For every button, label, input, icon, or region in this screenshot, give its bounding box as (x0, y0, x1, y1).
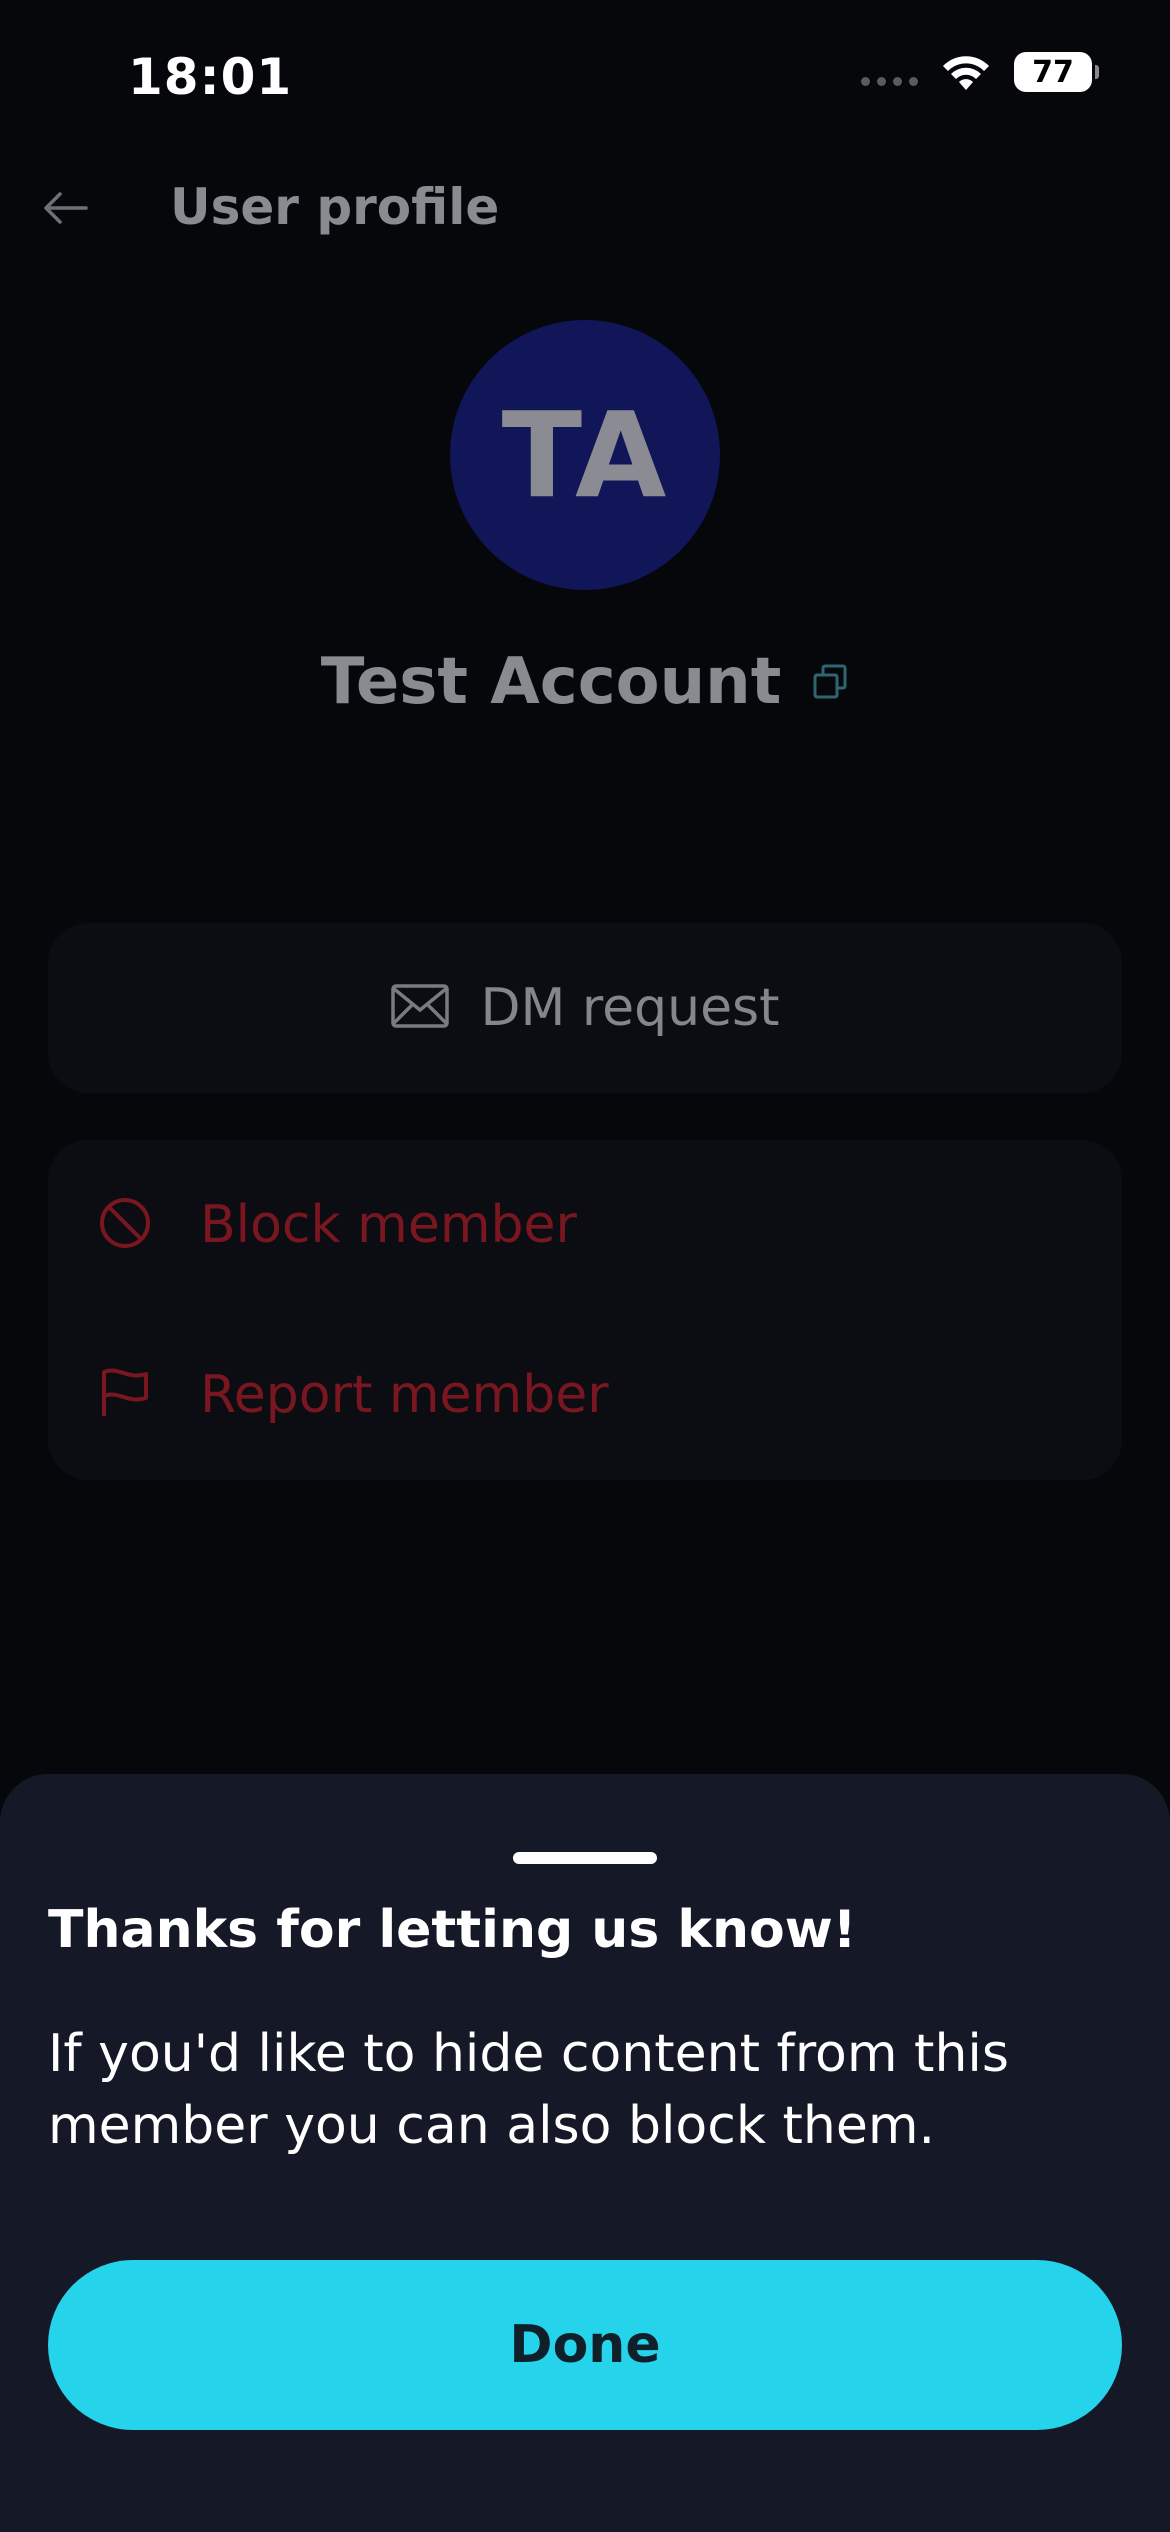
report-member-label: Report member (200, 1365, 609, 1425)
block-icon (98, 1196, 152, 1254)
copy-icon[interactable] (811, 663, 849, 701)
dm-request-button[interactable]: DM request (48, 923, 1122, 1093)
moderation-card: Block member Report member (48, 1140, 1122, 1480)
sheet-grab-handle[interactable] (513, 1852, 657, 1864)
report-member-button[interactable]: Report member (98, 1365, 609, 1425)
page-title: User profile (170, 178, 500, 236)
confirmation-sheet: Thanks for letting us know! If you'd lik… (0, 1774, 1170, 2532)
envelope-icon (390, 983, 450, 1033)
sheet-title: Thanks for letting us know! (48, 1900, 857, 1960)
flag-icon (98, 1366, 152, 1424)
profile-name-row: Test Account (0, 645, 1170, 719)
back-button[interactable] (40, 180, 100, 240)
done-button[interactable]: Done (48, 2260, 1122, 2430)
block-member-button[interactable]: Block member (98, 1195, 577, 1255)
block-member-label: Block member (200, 1195, 577, 1255)
sheet-body: If you'd like to hide content from this … (48, 2024, 1009, 2156)
arrow-left-icon (40, 188, 90, 232)
profile-name: Test Account (320, 645, 782, 719)
avatar: TA (450, 320, 720, 590)
dm-request-label: DM request (480, 978, 780, 1038)
screen: 18:01 77 User profile TA Test Account DM… (0, 0, 1170, 2532)
